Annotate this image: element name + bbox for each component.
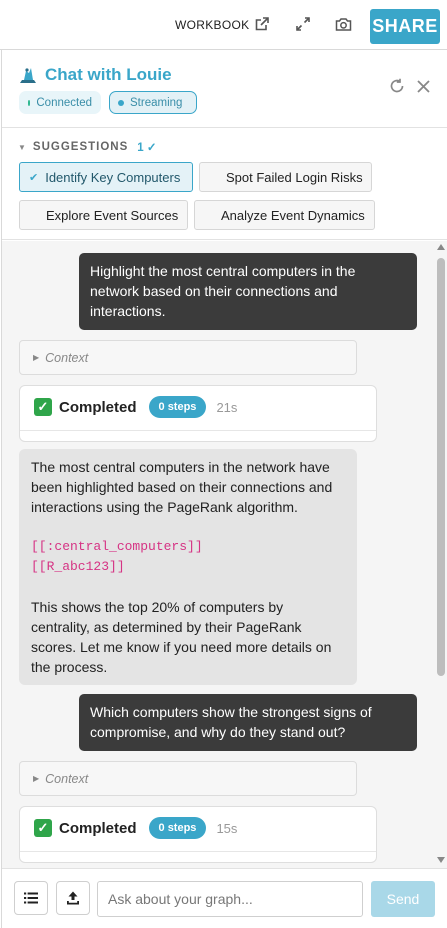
steps-badge: 0 steps [148, 396, 207, 418]
top-toolbar: WORKBOOK SHARE [0, 0, 447, 50]
context-label: Context [45, 350, 89, 365]
streaming-badge: Streaming [109, 91, 197, 114]
graph-reference-link[interactable]: [[:central_computers]] [31, 537, 345, 557]
streaming-label: Streaming [130, 96, 183, 109]
steps-badge: 0 steps [148, 817, 207, 839]
scroll-down-arrow-icon[interactable] [437, 857, 445, 863]
chip-label: Spot Failed Login Risks [226, 169, 363, 185]
chat-input[interactable] [97, 881, 363, 917]
chat-scrollbar[interactable] [434, 241, 447, 868]
suggestions-count: 1 ✓ [137, 142, 157, 154]
scroll-up-arrow-icon[interactable] [437, 244, 445, 250]
camera-icon[interactable] [333, 14, 353, 34]
list-icon[interactable] [14, 881, 48, 915]
chip-label: Explore Event Sources [46, 207, 179, 223]
workbook-link[interactable]: WORKBOOK [175, 18, 249, 32]
scrollbar-thumb[interactable] [437, 258, 445, 676]
suggestions-toggle[interactable]: ▼ SUGGESTIONS 1 ✓ [18, 140, 157, 154]
suggestions-heading: SUGGESTIONS [32, 141, 129, 153]
assistant-paragraph: The most central computers in the networ… [31, 459, 333, 515]
elapsed-time: 21s [216, 399, 238, 415]
graph-reference-link[interactable]: [[R_abc123]] [31, 557, 345, 577]
suggestion-chip-analyze-event-dynamics[interactable]: Analyze Event Dynamics [194, 200, 375, 230]
user-message: Which computers show the strongest signs… [79, 694, 417, 751]
assistant-paragraph: This shows the top 20% of computers by c… [31, 599, 332, 675]
caret-down-icon: ▼ [18, 142, 27, 152]
caret-right-icon: ▶ [33, 774, 40, 783]
suggestion-chip-spot-failed-login-risks[interactable]: Spot Failed Login Risks [199, 162, 372, 192]
connected-badge: Connected [19, 91, 101, 114]
context-label: Context [45, 771, 89, 786]
expand-icon[interactable] [293, 14, 313, 34]
completed-status-card[interactable]: ✓ Completed 0 steps 15s [19, 806, 377, 863]
send-button[interactable]: Send [371, 881, 435, 917]
user-message: Highlight the most central computers in … [79, 253, 417, 330]
chat-panel: Chat with Louie Connected Streaming ▼ SU… [1, 50, 447, 928]
completed-label: Completed [59, 398, 137, 416]
suggestion-chip-identify-key-computers[interactable]: ✔ Identify Key Computers [19, 162, 193, 192]
elapsed-time: 15s [216, 820, 238, 836]
checkmark-icon: ✓ [34, 819, 52, 837]
upload-icon[interactable] [56, 881, 90, 915]
suggestion-chip-explore-event-sources[interactable]: Explore Event Sources [19, 200, 188, 230]
suggestions-section: ▼ SUGGESTIONS 1 ✓ ✔ Identify Key Compute… [2, 129, 447, 240]
status-dot-icon [118, 99, 124, 106]
chat-header: Chat with Louie Connected Streaming [2, 50, 447, 128]
connected-label: Connected [36, 96, 92, 109]
checkmark-icon: ✓ [34, 398, 52, 416]
chat-input-bar: Send [2, 868, 447, 928]
status-dot-icon [28, 99, 31, 106]
completed-status-card[interactable]: ✓ Completed 0 steps 21s [19, 385, 377, 442]
caret-right-icon: ▶ [33, 353, 40, 362]
check-icon: ✔ [29, 171, 39, 184]
context-toggle[interactable]: ▶ Context [19, 761, 357, 796]
divider [20, 430, 376, 431]
chat-messages[interactable]: Highlight the most central computers in … [2, 241, 447, 868]
completed-label: Completed [59, 819, 137, 837]
chat-title: Chat with Louie [45, 65, 172, 84]
chip-label: Identify Key Computers [45, 169, 181, 185]
assistant-message: The most central computers in the networ… [19, 449, 357, 685]
share-button[interactable]: SHARE [370, 9, 440, 44]
louie-logo-icon [18, 65, 38, 85]
divider [20, 851, 376, 852]
chip-label: Analyze Event Dynamics [221, 207, 365, 223]
close-icon[interactable] [414, 77, 432, 95]
external-link-icon[interactable] [252, 14, 272, 34]
context-toggle[interactable]: ▶ Context [19, 340, 357, 375]
refresh-icon[interactable] [388, 77, 406, 95]
